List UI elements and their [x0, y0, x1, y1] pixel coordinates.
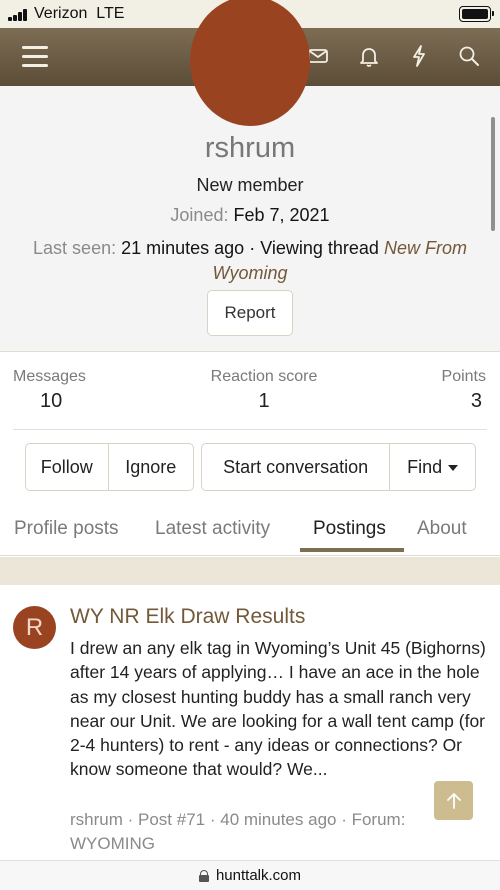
arrow-up-icon	[446, 792, 461, 809]
last-seen-info: Last seen: 21 minutes ago · Viewing thre…	[14, 236, 486, 286]
battery-icon	[459, 6, 494, 22]
find-label: Find	[407, 456, 443, 477]
post-author[interactable]: rshrum	[70, 810, 123, 829]
follow-button[interactable]: Follow	[26, 444, 108, 490]
joined-date: Feb 7, 2021	[233, 205, 330, 225]
forum-label: Forum:	[351, 810, 406, 829]
profile-tabs: Profile posts Latest activity Postings A…	[0, 504, 500, 556]
tab-profile-posts[interactable]: Profile posts	[14, 518, 119, 540]
points-label: Points	[441, 368, 486, 385]
forum-link[interactable]: WYOMING	[70, 834, 155, 853]
scrollbar[interactable]	[491, 117, 495, 231]
reaction-score-label: Reaction score	[210, 368, 318, 385]
ignore-button[interactable]: Ignore	[107, 444, 193, 490]
post-number: Post #71	[138, 810, 206, 829]
section-divider	[0, 557, 500, 585]
post-time: 40 minutes ago	[220, 810, 337, 829]
joined-info: Joined: Feb 7, 2021	[0, 205, 500, 226]
avatar[interactable]: R	[13, 606, 56, 649]
list-item: R WY NR Elk Draw Results I drew an any e…	[0, 585, 500, 860]
post-title-link[interactable]: WY NR Elk Draw Results	[70, 605, 305, 629]
points-value[interactable]: 3	[471, 390, 482, 413]
lock-icon	[198, 870, 209, 882]
last-seen-value: 21 minutes ago · Viewing thread	[121, 238, 379, 258]
tab-postings[interactable]: Postings	[313, 518, 386, 540]
profile-avatar	[190, 0, 310, 126]
active-tab-indicator	[300, 548, 404, 552]
caret-down-icon	[448, 465, 459, 471]
user-title: New member	[196, 175, 304, 195]
tab-latest-activity[interactable]: Latest activity	[155, 518, 270, 540]
url-text: hunttalk.com	[215, 867, 302, 884]
bell-icon[interactable]	[356, 43, 382, 69]
scroll-to-top-button[interactable]	[434, 781, 473, 820]
browser-url-bar[interactable]: hunttalk.com	[0, 860, 500, 890]
search-icon[interactable]	[456, 43, 482, 69]
post-snippet: I drew an any elk tag in Wyoming’s Unit …	[70, 638, 486, 780]
tab-about[interactable]: About	[417, 518, 467, 540]
report-button[interactable]: Report	[207, 290, 293, 336]
divider	[13, 429, 487, 430]
last-seen-label: Last seen:	[33, 238, 117, 258]
profile-username: rshrum	[204, 132, 296, 164]
post-meta: rshrum · Post #71 · 40 minutes ago · For…	[70, 810, 406, 853]
follow-ignore-group: Follow Ignore	[25, 443, 194, 491]
find-dropdown[interactable]: Find	[389, 444, 475, 490]
conversation-find-group: Start conversation Find	[201, 443, 476, 491]
menu-icon[interactable]	[22, 45, 48, 67]
member-stats: Messages 10 Reaction score 1 Points 3	[0, 352, 500, 430]
joined-label: Joined:	[170, 205, 229, 225]
bolt-icon[interactable]	[406, 43, 432, 69]
profile-header: rshrum New member Joined: Feb 7, 2021 La…	[0, 0, 500, 352]
reaction-score-value[interactable]: 1	[0, 390, 500, 413]
start-conversation-button[interactable]: Start conversation	[202, 444, 389, 490]
